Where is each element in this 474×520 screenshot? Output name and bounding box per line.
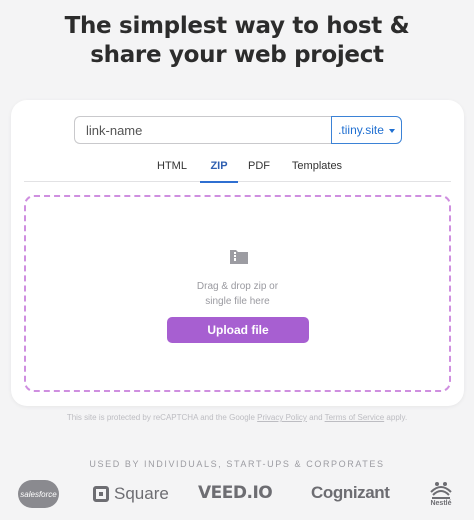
- tab-zip[interactable]: ZIP: [200, 160, 238, 183]
- recaptcha-prefix: This site is protected by reCAPTCHA and …: [66, 413, 255, 422]
- tab-zip-label: ZIP: [210, 160, 228, 172]
- privacy-policy-link[interactable]: Privacy Policy: [257, 413, 307, 422]
- customer-logos: salesforce Square VEED.IO Cognizant Nest…: [0, 478, 474, 512]
- domain-label: .tiiny.site: [338, 123, 384, 137]
- salesforce-logo: salesforce: [18, 480, 59, 508]
- upload-card: .tiiny.site HTML ZIP PDF Templates Drag …: [11, 100, 464, 406]
- tab-html-label: HTML: [157, 160, 187, 172]
- zip-folder-icon: [230, 250, 248, 264]
- square-logo-text: Square: [114, 484, 169, 503]
- used-by-heading: USED BY INDIVIDUALS, START-UPS & CORPORA…: [89, 459, 385, 469]
- file-dropzone[interactable]: Drag & drop zip or single file here Uplo…: [24, 195, 451, 392]
- tab-templates[interactable]: Templates: [287, 160, 347, 182]
- caret-down-icon: [388, 128, 395, 133]
- tab-pdf-label: PDF: [248, 160, 270, 172]
- dropzone-line-1: Drag & drop zip or: [196, 281, 279, 292]
- tab-templates-label: Templates: [291, 160, 343, 172]
- nestle-logo-text: Nestlé: [430, 500, 452, 507]
- dropzone-instructions: Drag & drop zip or single file here: [26, 279, 449, 309]
- nestle-nest-icon: [430, 482, 452, 499]
- recaptcha-notice: This site is protected by reCAPTCHA and …: [0, 413, 474, 422]
- nestle-logo: Nestlé: [426, 478, 456, 512]
- square-logo: Square: [93, 484, 169, 504]
- terms-of-service-link[interactable]: Terms of Service: [325, 413, 385, 422]
- recaptcha-and: and: [309, 413, 323, 422]
- salesforce-logo-text: salesforce: [20, 489, 57, 499]
- upload-type-tabs: HTML ZIP PDF Templates: [24, 156, 451, 183]
- cognizant-logo: Cognizant: [311, 483, 390, 502]
- tab-html[interactable]: HTML: [149, 160, 195, 182]
- upload-file-button[interactable]: Upload file: [167, 317, 309, 343]
- domain-dropdown-button[interactable]: .tiiny.site: [331, 116, 402, 144]
- headline-line-2: share your web project: [90, 42, 384, 68]
- recaptcha-suffix: apply.: [386, 413, 408, 422]
- dropzone-line-2: single file here: [205, 296, 270, 307]
- page-headline: The simplest way to host & share your we…: [0, 12, 474, 70]
- headline-line-1: The simplest way to host &: [64, 13, 410, 39]
- square-icon: [93, 486, 109, 502]
- veed-logo: VEED.IO: [198, 483, 273, 503]
- link-name-input[interactable]: [74, 116, 332, 144]
- tab-pdf[interactable]: PDF: [243, 160, 275, 182]
